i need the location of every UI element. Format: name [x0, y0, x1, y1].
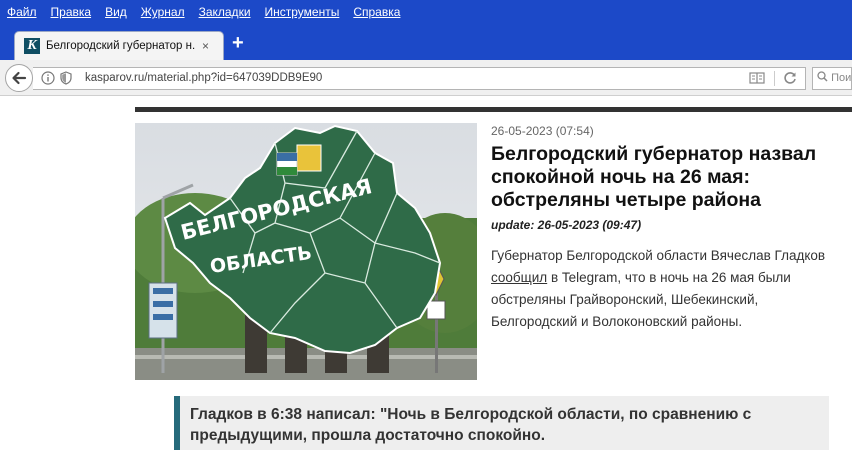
url-text[interactable]: kasparov.ru/material.php?id=647039DDB9E9… — [85, 72, 322, 84]
tab-active[interactable]: K Белгородский губернатор н... × — [14, 31, 224, 60]
content-top-rule — [135, 107, 852, 112]
tab-bar: K Белгородский губернатор н... × + — [0, 24, 852, 60]
article-lead: Губернатор Белгородской области Вячеслав… — [491, 245, 846, 333]
shield-icon[interactable] — [60, 71, 72, 88]
tab-title: Белгородский губернатор н... — [46, 40, 196, 52]
menu-edit[interactable]: Правка — [51, 5, 92, 19]
telegram-source-link[interactable]: сообщил — [491, 270, 547, 285]
new-tab-button[interactable]: + — [232, 33, 244, 53]
menu-view[interactable]: Вид — [105, 5, 127, 19]
back-button[interactable] — [5, 64, 33, 92]
reload-icon[interactable] — [783, 71, 797, 88]
menu-history[interactable]: Журнал — [141, 5, 185, 19]
menu-help[interactable]: Справка — [353, 5, 400, 19]
info-icon[interactable] — [41, 71, 55, 88]
search-field[interactable]: Пои — [812, 67, 852, 90]
menu-bookmarks[interactable]: Закладки — [199, 5, 251, 19]
article-lead-text-1: Губернатор Белгородской области Вячеслав… — [491, 248, 826, 263]
belgorod-region-sign-photo[interactable]: БЕЛГОРОДСКАЯ ОБЛАСТЬ — [135, 123, 477, 380]
search-placeholder: Пои — [831, 72, 852, 84]
article-title[interactable]: Белгородский губернатор назвал спокойной… — [491, 143, 841, 212]
reader-view-icon[interactable] — [749, 71, 765, 88]
kasparov-favicon-icon: K — [24, 38, 40, 54]
article-date: 26-05-2023 (07:54) — [491, 124, 594, 138]
article-quote: Гладков в 6:38 написал: "Ночь в Белгород… — [174, 396, 829, 450]
address-bar[interactable]: kasparov.ru/material.php?id=647039DDB9E9… — [33, 67, 806, 90]
menu-bar: Файл Правка Вид Журнал Закладки Инструме… — [0, 0, 852, 24]
menu-tools[interactable]: Инструменты — [265, 5, 340, 19]
navigation-bar: kasparov.ru/material.php?id=647039DDB9E9… — [0, 60, 852, 96]
url-divider — [774, 71, 775, 86]
article-update-time: update: 26-05-2023 (09:47) — [491, 218, 642, 232]
back-arrow-icon — [12, 71, 27, 85]
menu-file[interactable]: Файл — [7, 5, 37, 19]
search-icon — [817, 71, 831, 84]
close-tab-icon[interactable]: × — [202, 39, 209, 53]
